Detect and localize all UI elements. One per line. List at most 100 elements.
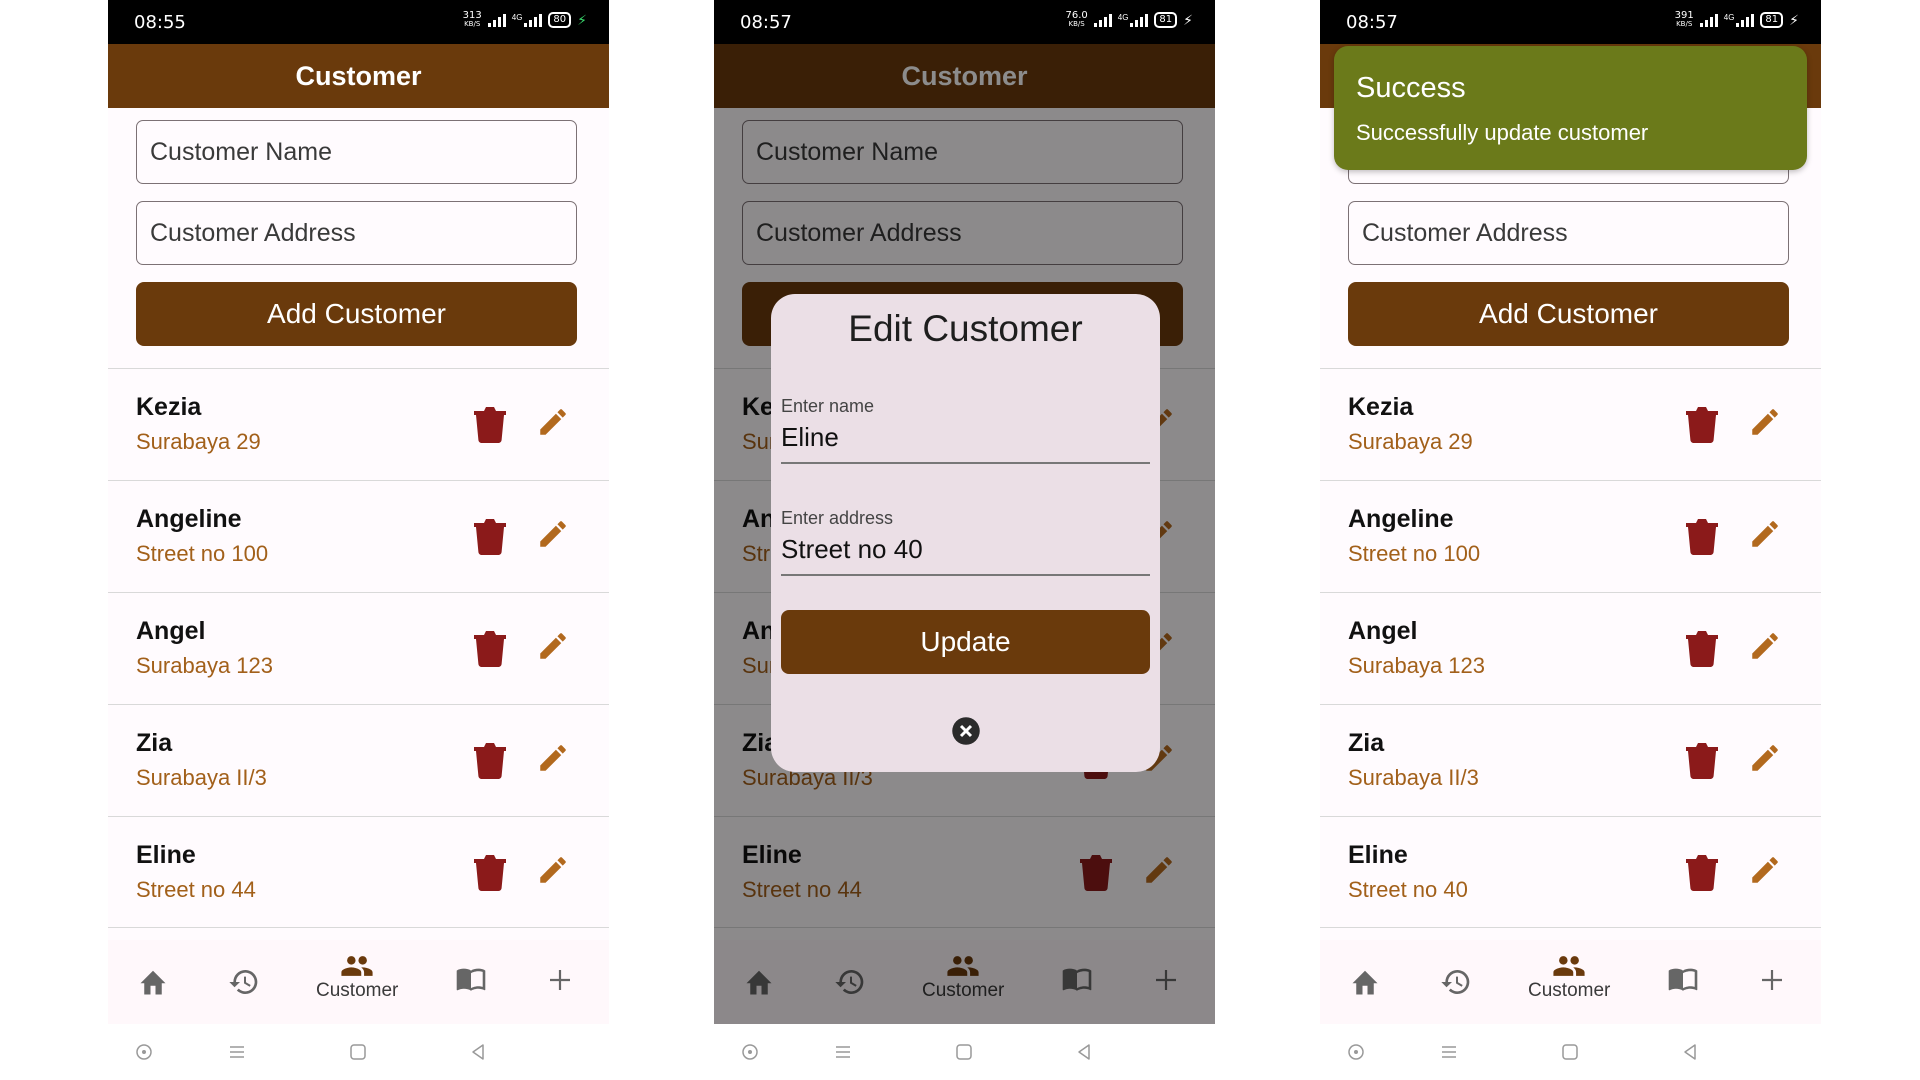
book-icon bbox=[1668, 968, 1698, 991]
trash-icon[interactable] bbox=[1686, 407, 1718, 443]
trash-icon[interactable] bbox=[1686, 743, 1718, 779]
address-field-input[interactable]: Street no 40 bbox=[781, 534, 923, 565]
list-item[interactable]: Kezia Surabaya 29 bbox=[1320, 368, 1821, 480]
nav-history[interactable] bbox=[1440, 966, 1472, 998]
network-speed: 76.0 KB/S bbox=[1065, 10, 1088, 29]
name-field-label: Enter name bbox=[781, 396, 875, 416]
list-item[interactable]: Angel Surabaya 123 bbox=[1320, 592, 1821, 704]
nav-book[interactable] bbox=[1667, 968, 1699, 994]
pencil-icon[interactable] bbox=[1748, 741, 1782, 775]
assistant-icon[interactable] bbox=[134, 1042, 154, 1062]
assistant-icon[interactable] bbox=[1346, 1042, 1366, 1062]
trash-icon[interactable] bbox=[1686, 519, 1718, 555]
system-nav-bar bbox=[108, 1024, 609, 1080]
nav-home[interactable] bbox=[1350, 968, 1380, 996]
signal-4g-icon: 4G bbox=[1118, 13, 1149, 27]
nav-book[interactable] bbox=[455, 968, 487, 994]
phone-screen-3: 08:57 391 KB/S 4G 81 ⚡ Customer Customer… bbox=[1320, 0, 1821, 1080]
status-time: 08:57 bbox=[1346, 12, 1398, 33]
customer-address: Surabaya II/3 bbox=[1348, 765, 1479, 790]
system-nav-bar bbox=[714, 1024, 1215, 1080]
pencil-icon[interactable] bbox=[1748, 517, 1782, 551]
nav-history[interactable] bbox=[228, 966, 260, 998]
customer-name: Kezia bbox=[136, 393, 202, 421]
home-icon bbox=[140, 970, 166, 995]
pencil-icon[interactable] bbox=[536, 853, 570, 887]
system-nav-bar bbox=[1320, 1024, 1821, 1080]
assistant-icon[interactable] bbox=[740, 1042, 760, 1062]
customer-address: Street no 40 bbox=[1348, 877, 1468, 902]
signal-icon bbox=[1093, 13, 1112, 27]
people-icon bbox=[341, 956, 373, 976]
nav-customer[interactable]: Customer bbox=[316, 954, 398, 1002]
name-field-input[interactable]: Eline bbox=[781, 422, 839, 453]
pencil-icon[interactable] bbox=[536, 629, 570, 663]
trash-icon[interactable] bbox=[1686, 631, 1718, 667]
customer-name: Zia bbox=[136, 729, 173, 757]
signal-icon bbox=[1699, 13, 1718, 27]
trash-icon[interactable] bbox=[474, 743, 506, 779]
trash-icon[interactable] bbox=[474, 855, 506, 891]
customer-list: Kezia Surabaya 29 Angeline Street no 100… bbox=[1320, 368, 1821, 928]
pencil-icon[interactable] bbox=[536, 517, 570, 551]
signal-4g-icon: 4G bbox=[512, 13, 543, 27]
nav-home[interactable] bbox=[138, 968, 168, 996]
menu-icon[interactable] bbox=[227, 1042, 247, 1062]
home-square-icon[interactable] bbox=[1560, 1042, 1580, 1062]
charging-icon: ⚡ bbox=[1183, 11, 1193, 28]
nav-add[interactable] bbox=[1760, 968, 1784, 992]
name-field-underline bbox=[781, 462, 1150, 464]
pencil-icon[interactable] bbox=[536, 741, 570, 775]
battery-icon: 81 bbox=[1154, 12, 1178, 28]
trash-icon[interactable] bbox=[1686, 855, 1718, 891]
pencil-icon[interactable] bbox=[1748, 405, 1782, 439]
list-item[interactable]: Angeline Street no 100 bbox=[108, 480, 609, 592]
list-item[interactable]: Zia Surabaya II/3 bbox=[1320, 704, 1821, 816]
list-item[interactable]: Angeline Street no 100 bbox=[1320, 480, 1821, 592]
customer-address-input[interactable]: Customer Address bbox=[1348, 201, 1789, 265]
list-item[interactable]: Angel Surabaya 123 bbox=[108, 592, 609, 704]
customer-address: Street no 44 bbox=[136, 877, 256, 902]
pencil-icon[interactable] bbox=[536, 405, 570, 439]
home-square-icon[interactable] bbox=[348, 1042, 368, 1062]
list-item[interactable]: Zia Surabaya II/3 bbox=[108, 704, 609, 816]
close-icon[interactable] bbox=[951, 716, 981, 746]
nav-add[interactable] bbox=[548, 968, 572, 992]
add-customer-button[interactable]: Add Customer bbox=[1348, 282, 1789, 346]
history-icon bbox=[229, 970, 258, 994]
list-item[interactable]: Eline Street no 40 bbox=[1320, 816, 1821, 928]
toast-title: Success bbox=[1356, 72, 1466, 104]
network-speed: 313 KB/S bbox=[462, 10, 482, 29]
book-icon bbox=[456, 968, 486, 991]
nav-customer-label: Customer bbox=[316, 980, 399, 1001]
nav-customer-label: Customer bbox=[1528, 980, 1611, 1001]
nav-customer[interactable]: Customer bbox=[1528, 954, 1610, 1002]
customer-name: Angel bbox=[1348, 617, 1418, 645]
add-customer-button[interactable]: Add Customer bbox=[136, 282, 577, 346]
customer-address: Surabaya 123 bbox=[136, 653, 273, 678]
trash-icon[interactable] bbox=[474, 519, 506, 555]
status-time: 08:55 bbox=[134, 12, 186, 33]
list-item[interactable]: Kezia Surabaya 29 bbox=[108, 368, 609, 480]
list-item[interactable]: Eline Street no 44 bbox=[108, 816, 609, 928]
back-icon[interactable] bbox=[1074, 1042, 1094, 1062]
menu-icon[interactable] bbox=[833, 1042, 853, 1062]
trash-icon[interactable] bbox=[474, 407, 506, 443]
pencil-icon[interactable] bbox=[1748, 853, 1782, 887]
back-icon[interactable] bbox=[468, 1042, 488, 1062]
trash-icon[interactable] bbox=[474, 631, 506, 667]
phone-screen-2: 08:57 76.0 KB/S 4G 81 ⚡ Customer Custome… bbox=[714, 0, 1215, 1080]
pencil-icon[interactable] bbox=[1748, 629, 1782, 663]
bottom-nav: Customer bbox=[1320, 940, 1821, 1024]
home-square-icon[interactable] bbox=[954, 1042, 974, 1062]
customer-name: Kezia bbox=[1348, 393, 1414, 421]
customer-address: Surabaya 29 bbox=[1348, 429, 1473, 454]
phone-screen-1: 08:55 313 KB/S 4G 80 ⚡ Customer Customer… bbox=[108, 0, 609, 1080]
customer-name-input[interactable]: Customer Name bbox=[136, 120, 577, 184]
update-button[interactable]: Update bbox=[781, 610, 1150, 674]
customer-address-input[interactable]: Customer Address bbox=[136, 201, 577, 265]
customer-name: Eline bbox=[1348, 841, 1408, 869]
back-icon[interactable] bbox=[1680, 1042, 1700, 1062]
menu-icon[interactable] bbox=[1439, 1042, 1459, 1062]
status-bar: 08:55 313 KB/S 4G 80 ⚡ bbox=[108, 0, 609, 44]
